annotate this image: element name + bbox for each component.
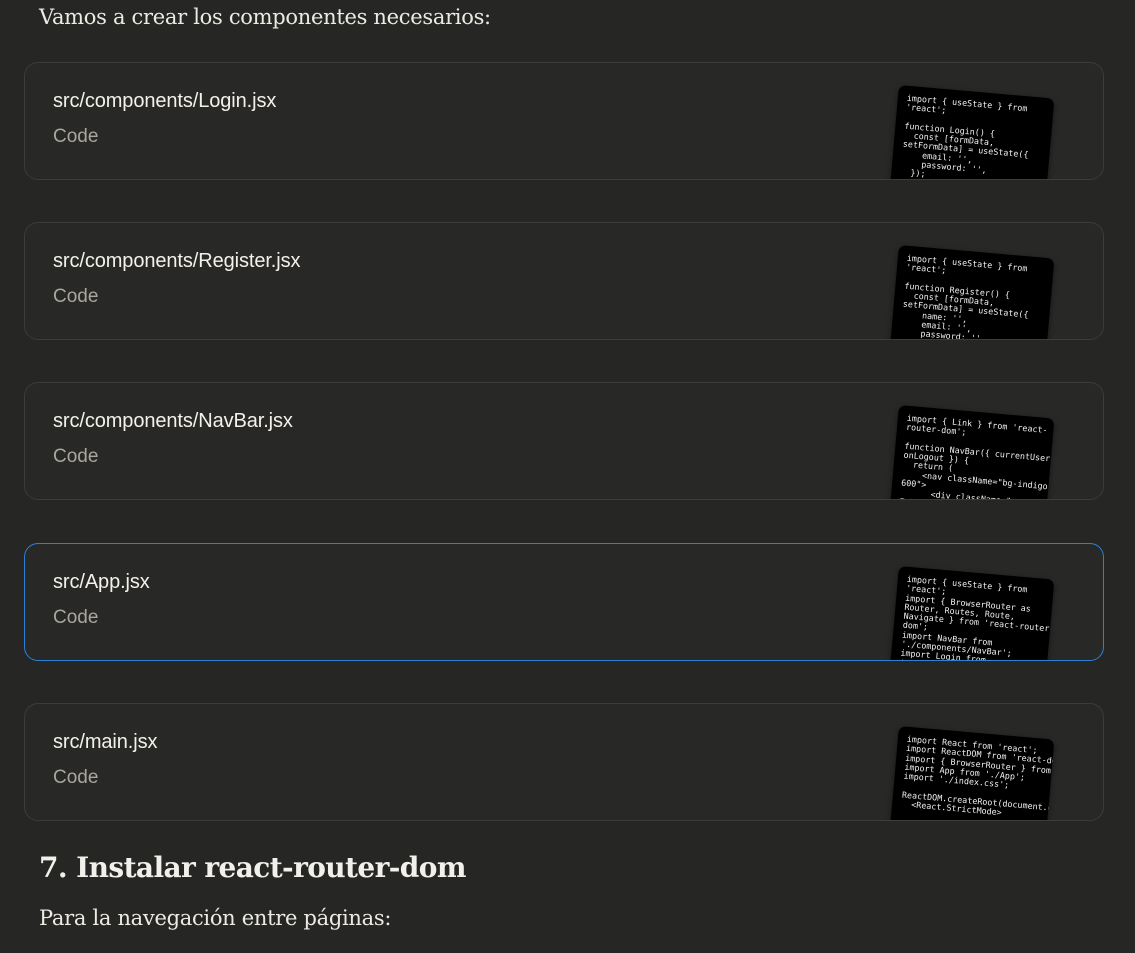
artifact-card-navbar[interactable]: src/components/NavBar.jsx Code import { … bbox=[24, 382, 1104, 500]
artifact-card-main[interactable]: src/main.jsx Code import React from 'rea… bbox=[24, 703, 1104, 821]
code-preview-text: import { useState } from 'react'; import… bbox=[899, 573, 1055, 661]
code-preview-text: import React from 'react'; import ReactD… bbox=[901, 733, 1055, 819]
artifact-card-app[interactable]: src/App.jsx Code import { useState } fro… bbox=[24, 543, 1104, 661]
artifact-card-type: Code bbox=[53, 607, 99, 628]
artifact-card-title: src/components/NavBar.jsx bbox=[53, 410, 293, 432]
artifact-card-title: src/App.jsx bbox=[53, 571, 150, 593]
artifact-card-type: Code bbox=[53, 767, 99, 788]
artifact-card-title: src/components/Register.jsx bbox=[53, 250, 301, 272]
code-preview-thumbnail: import React from 'react'; import ReactD… bbox=[888, 726, 1055, 820]
artifact-card-login[interactable]: src/components/Login.jsx Code import { u… bbox=[24, 62, 1104, 180]
artifact-card-title: src/main.jsx bbox=[53, 731, 158, 753]
section-heading: 7. Instalar react-router-dom bbox=[39, 851, 466, 884]
code-preview-thumbnail: import { Link } from 'react- router-dom'… bbox=[888, 405, 1055, 500]
code-preview-text: import { useState } from 'react'; functi… bbox=[902, 252, 1029, 340]
code-preview-thumbnail: import { useState } from 'react'; import… bbox=[888, 566, 1055, 661]
code-preview-text: import { useState } from 'react'; functi… bbox=[902, 92, 1029, 180]
code-preview-text: import { Link } from 'react- router-dom'… bbox=[899, 412, 1055, 500]
section-text: Para la navegación entre páginas: bbox=[39, 906, 392, 930]
artifact-card-type: Code bbox=[53, 126, 99, 147]
code-preview-thumbnail: import { useState } from 'react'; functi… bbox=[888, 85, 1055, 180]
artifact-card-type: Code bbox=[53, 446, 99, 467]
artifact-card-type: Code bbox=[53, 286, 99, 307]
intro-text: Vamos a crear los componentes necesarios… bbox=[39, 5, 491, 29]
artifact-card-title: src/components/Login.jsx bbox=[53, 90, 277, 112]
artifact-card-register[interactable]: src/components/Register.jsx Code import … bbox=[24, 222, 1104, 340]
code-preview-thumbnail: import { useState } from 'react'; functi… bbox=[888, 245, 1055, 340]
